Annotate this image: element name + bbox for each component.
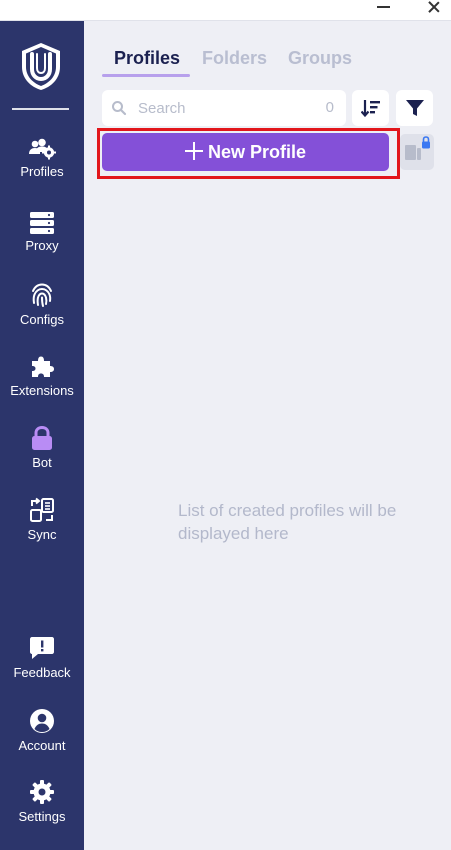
- search-box[interactable]: 0: [102, 90, 346, 126]
- sidebar-item-label: Extensions: [10, 383, 74, 398]
- sidebar-item-settings[interactable]: Settings: [0, 779, 84, 837]
- title-bar: [0, 0, 451, 21]
- sidebar-item-label: Feedback: [13, 665, 71, 680]
- new-profile-button[interactable]: New Profile: [102, 133, 389, 171]
- empty-state-message: List of created profiles will be display…: [178, 501, 397, 543]
- sidebar-item-label: Account: [18, 738, 66, 753]
- sidebar-item-account[interactable]: Account: [0, 708, 84, 766]
- feedback-icon: [30, 637, 54, 659]
- sidebar-item-label: Bot: [32, 455, 52, 470]
- sidebar-item-profiles[interactable]: Profiles: [0, 138, 84, 196]
- app-logo: [16, 41, 66, 91]
- gear-icon: [30, 780, 54, 804]
- sidebar-item-label: Configs: [19, 312, 65, 327]
- users-gear-icon: [29, 138, 56, 160]
- quick-profile-button[interactable]: [400, 134, 434, 170]
- tab-profiles[interactable]: Profiles: [114, 48, 180, 69]
- sidebar-item-label: Profiles: [20, 164, 64, 179]
- sidebar-item-label: Proxy: [25, 238, 59, 253]
- puzzle-icon: [32, 356, 54, 377]
- sync-icon: [30, 497, 54, 522]
- search-result-count: 0: [325, 99, 334, 116]
- sort-button[interactable]: [352, 90, 389, 126]
- logo-divider: [12, 108, 69, 110]
- sidebar-item-configs[interactable]: Configs: [0, 282, 84, 340]
- account-icon: [30, 709, 54, 733]
- sidebar: Profiles Proxy Configs Extensions Bot Sy…: [0, 21, 84, 850]
- sidebar-item-sync[interactable]: Sync: [0, 497, 84, 555]
- tab-folders[interactable]: Folders: [202, 48, 267, 69]
- lock-icon: [32, 425, 52, 450]
- close-icon[interactable]: [421, 0, 447, 20]
- fingerprint-icon: [32, 283, 52, 307]
- new-profile-label: New Profile: [207, 142, 307, 162]
- sidebar-item-proxy[interactable]: Proxy: [0, 212, 84, 270]
- main-panel: Profiles Folders Groups 0 New Profile: [84, 21, 451, 850]
- filter-button[interactable]: [396, 90, 433, 126]
- sidebar-item-bot[interactable]: Bot: [0, 425, 84, 483]
- sort-icon: [361, 100, 380, 118]
- sidebar-item-label: Sync: [27, 527, 57, 542]
- minimize-icon[interactable]: [371, 0, 397, 20]
- server-stack-icon: [30, 212, 54, 234]
- sidebar-item-extensions[interactable]: Extensions: [0, 353, 84, 411]
- plus-icon: [184, 142, 203, 160]
- sidebar-item-label: Settings: [18, 809, 66, 824]
- active-tab-indicator: [102, 74, 190, 77]
- search-input[interactable]: [138, 90, 308, 126]
- search-icon: [111, 100, 127, 121]
- filter-icon: [406, 100, 424, 116]
- sidebar-item-feedback[interactable]: Feedback: [0, 635, 84, 693]
- tab-groups[interactable]: Groups: [288, 48, 352, 69]
- locked-profile-icon: [405, 136, 430, 160]
